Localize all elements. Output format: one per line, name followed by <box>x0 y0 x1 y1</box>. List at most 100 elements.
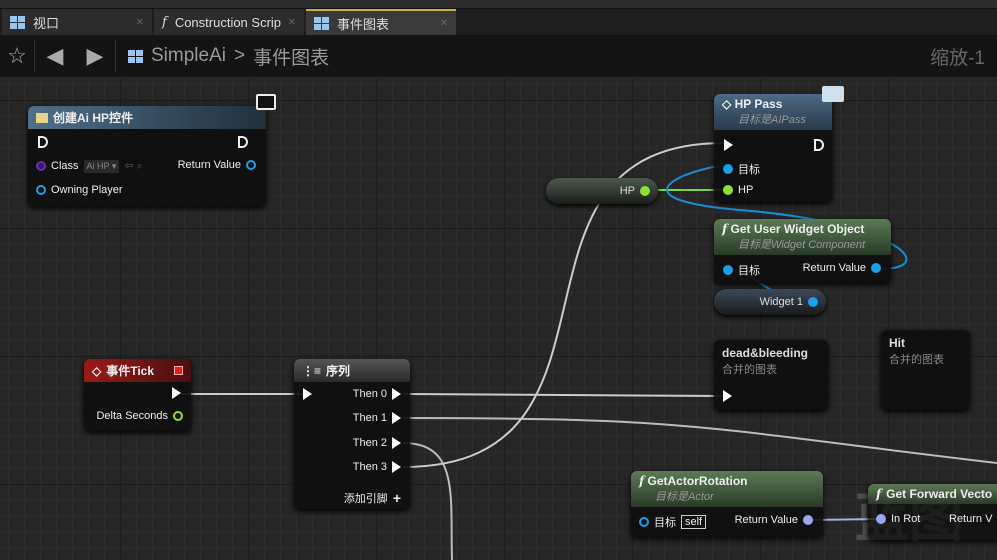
then-1-pin[interactable]: Then 1 <box>353 412 401 424</box>
object-pin-icon <box>36 185 46 195</box>
exec-pin-icon <box>392 412 401 424</box>
class-pin[interactable]: Class Ai HP ▾ ⇦ ⌕ <box>36 159 143 173</box>
exec-out-pin[interactable] <box>238 136 248 148</box>
delta-seconds-pin[interactable]: Delta Seconds <box>96 410 183 422</box>
hp-pin[interactable]: HP <box>723 184 753 196</box>
close-icon[interactable]: ✕ <box>288 17 296 28</box>
hp-pass-node[interactable]: ◇ HP Pass 目标是AIPass 目标 HP <box>714 86 844 202</box>
event-tick-node[interactable]: ◇ 事件Tick Delta Seconds <box>84 359 191 431</box>
then-0-pin[interactable]: Then 0 <box>353 388 401 400</box>
node-subtitle: 目标是AIPass <box>738 114 806 126</box>
close-icon[interactable]: ✕ <box>136 17 144 28</box>
node-subtitle: 目标是Widget Component <box>738 239 866 251</box>
pin-label: Then 1 <box>352 412 387 424</box>
object-pin-icon <box>723 265 733 275</box>
exec-pin-icon <box>814 139 824 151</box>
pin-label: Then 3 <box>352 461 387 473</box>
function-icon: f <box>162 14 167 30</box>
node-header: f GetActorRotation 目标是Actor <box>631 471 823 507</box>
pin-label: 添加引脚 <box>343 493 388 505</box>
return-value-pin[interactable]: Return Value <box>735 514 813 526</box>
target-pin[interactable]: 目标 <box>723 161 760 177</box>
delegate-pin-icon[interactable] <box>174 366 183 375</box>
exec-in-pin[interactable] <box>38 136 48 148</box>
exec-in-pin[interactable] <box>303 388 312 400</box>
forward-arrow-icon[interactable]: ▶ <box>75 43 115 69</box>
float-pin-icon <box>173 411 183 421</box>
node-title: HP Pass <box>734 97 783 111</box>
pin-label: Owning Player <box>51 184 123 196</box>
tab-construction-script[interactable]: f Construction Scrip ✕ <box>154 9 304 35</box>
node-header: f Get User Widget Object 目标是Widget Compon… <box>714 219 891 255</box>
class-dropdown[interactable]: Ai HP ▾ <box>83 159 120 173</box>
self-value[interactable]: self <box>681 515 707 529</box>
then-2-pin[interactable]: Then 2 <box>353 437 401 449</box>
pin-label: Delta Seconds <box>96 410 168 422</box>
pin-label: In Rot <box>891 513 921 525</box>
pin-label: Return Value <box>802 262 866 274</box>
hp-variable-node[interactable]: HP <box>546 178 658 204</box>
then-3-pin[interactable]: Then 3 <box>353 461 401 473</box>
latent-monitor-icon <box>256 94 276 110</box>
pin-label: Then 0 <box>352 388 387 400</box>
event-diamond-icon: ◇ <box>722 97 732 111</box>
float-pin-icon[interactable] <box>640 186 650 196</box>
sequence-node[interactable]: ⋮≡ 序列 Then 0 Then 1 Then 2 Then 3 添加引脚 + <box>294 359 410 509</box>
favorite-star-icon[interactable]: ☆ <box>0 43 34 69</box>
exec-in-pin[interactable] <box>724 139 733 151</box>
plus-icon: + <box>392 490 401 506</box>
browse-icons[interactable]: ⇦ ⌕ <box>124 159 142 173</box>
breadcrumb-root[interactable]: SimpleAi <box>151 45 226 67</box>
return-value-pin[interactable]: Return Value <box>803 262 881 274</box>
widget1-variable-node[interactable]: Widget 1 <box>714 289 826 315</box>
node-title: GetActorRotation <box>647 474 748 488</box>
target-pin[interactable]: 目标 self <box>639 514 707 530</box>
breadcrumb: SimpleAi > 事件图表 <box>128 43 329 70</box>
message-envelope-icon <box>822 86 844 102</box>
node-header: ◇ 事件Tick <box>84 359 191 382</box>
pin-label: 目标 <box>738 164 760 176</box>
owning-player-pin[interactable]: Owning Player <box>36 184 123 196</box>
node-subtitle: 合并的图表 <box>889 354 944 366</box>
close-icon[interactable]: ✕ <box>440 18 448 29</box>
get-forward-vector-node[interactable]: f Get Forward Vecto In Rot Return V <box>868 484 997 540</box>
target-pin[interactable]: 目标 <box>723 262 760 278</box>
back-arrow-icon[interactable]: ◀ <box>35 43 75 69</box>
create-widget-node[interactable]: 创建Ai HP控件 Class Ai HP ▾ ⇦ ⌕ Return Value O… <box>28 94 276 206</box>
menu-bar <box>0 0 997 9</box>
sequence-icon: ⋮≡ <box>302 363 322 378</box>
toolbar: ☆ ◀ ▶ SimpleAi > 事件图表 缩放-1 <box>0 35 997 78</box>
class-pin-icon <box>36 161 46 171</box>
pin-label: Class <box>51 160 79 172</box>
rotator-pin-icon <box>803 515 813 525</box>
tab-viewport[interactable]: 视口 ✕ <box>2 9 152 35</box>
function-icon: f <box>876 487 882 501</box>
node-header: ⋮≡ 序列 <box>294 359 410 382</box>
class-value: Ai HP <box>86 160 110 171</box>
exec-pin-icon <box>392 388 401 400</box>
get-actor-rotation-node[interactable]: f GetActorRotation 目标是Actor 目标 self Return… <box>631 471 823 537</box>
float-pin-icon <box>723 185 733 195</box>
object-pin-icon[interactable] <box>808 297 818 307</box>
graph-canvas[interactable]: 创建Ai HP控件 Class Ai HP ▾ ⇦ ⌕ Return Value O… <box>0 78 997 560</box>
breadcrumb-current: 事件图表 <box>253 47 330 69</box>
exec-in-pin[interactable] <box>723 390 732 402</box>
return-value-pin[interactable]: Return V <box>949 513 992 525</box>
var-label: Widget 1 <box>759 296 803 308</box>
add-pin-button[interactable]: 添加引脚 + <box>344 490 401 506</box>
exec-pin-icon <box>724 139 733 151</box>
object-pin-icon <box>639 517 649 527</box>
pin-label: 目标 <box>738 265 760 277</box>
dead-bleeding-collapsed-node[interactable]: dead&bleeding 合并的图表 <box>714 340 828 410</box>
get-user-widget-object-node[interactable]: f Get User Widget Object 目标是Widget Compon… <box>714 219 891 283</box>
pin-label: Return Value <box>177 159 241 171</box>
function-icon: f <box>722 222 728 236</box>
hit-collapsed-node[interactable]: Hit 合并的图表 <box>881 330 970 410</box>
return-value-pin[interactable]: Return Value <box>178 159 256 171</box>
exec-out-pin[interactable] <box>172 387 181 399</box>
exec-out-pin[interactable] <box>814 139 824 151</box>
node-title: dead&bleeding <box>722 346 809 360</box>
tab-event-graph[interactable]: 事件图表 ✕ <box>306 9 456 35</box>
in-rot-pin[interactable]: In Rot <box>876 513 920 525</box>
blueprint-grid-icon <box>128 49 143 63</box>
